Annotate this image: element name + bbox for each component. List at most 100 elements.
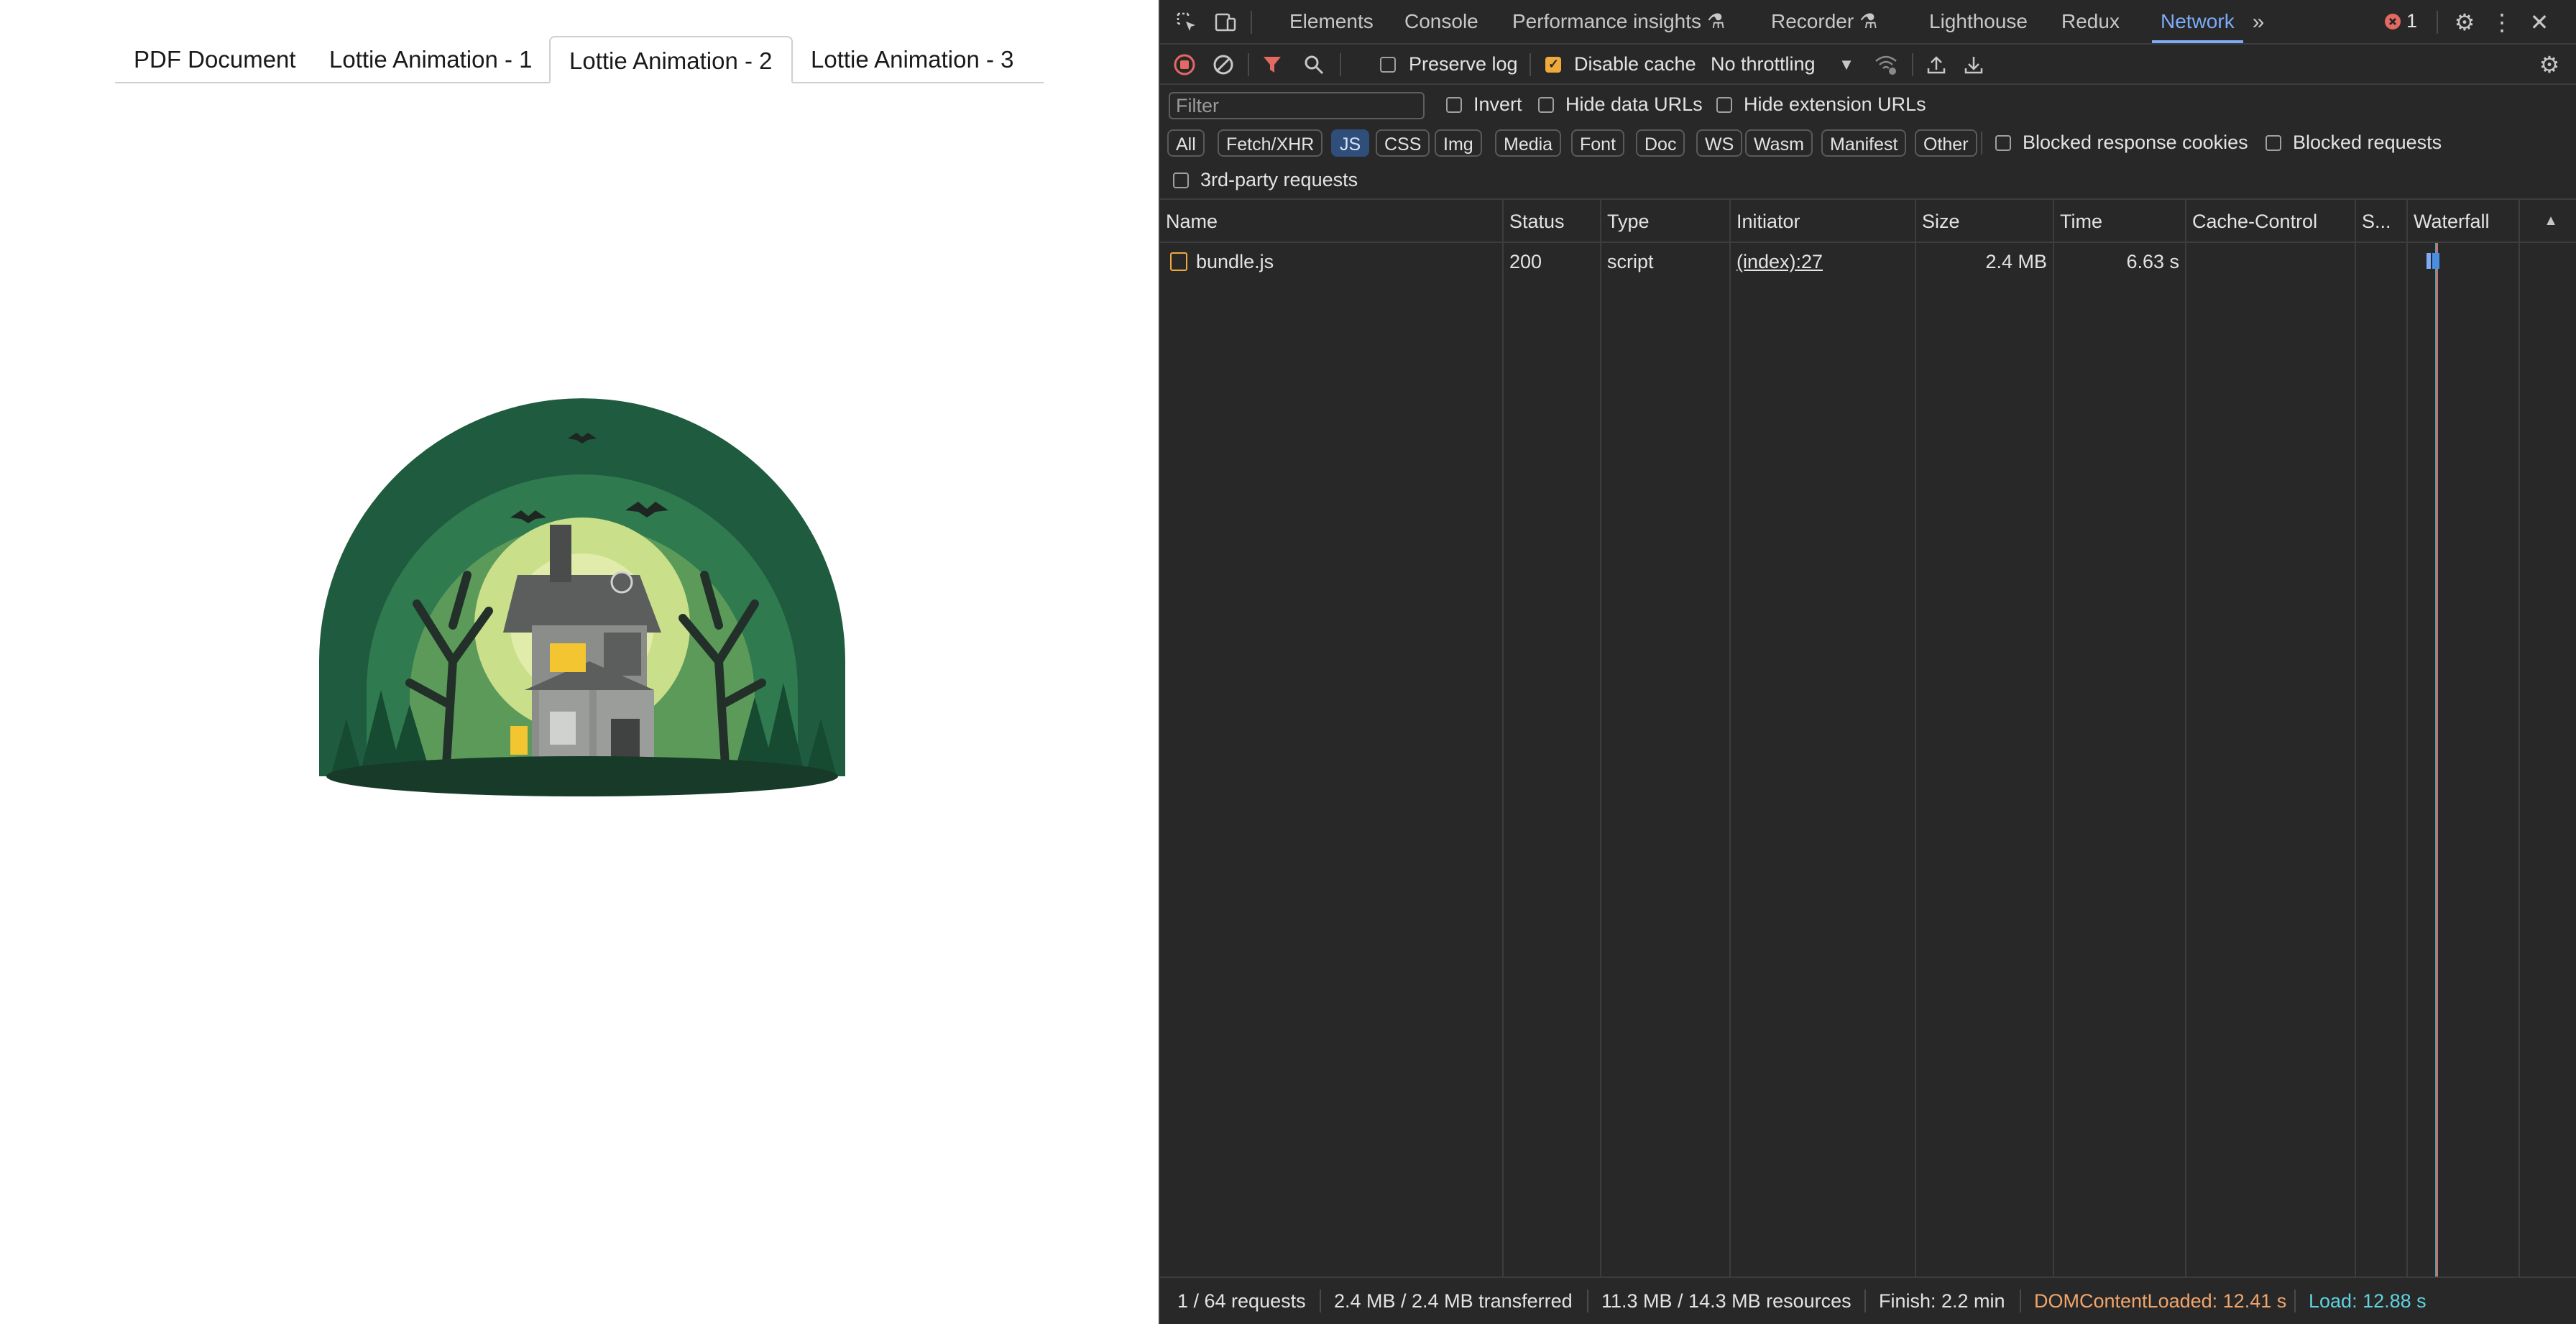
disable-cache-checkbox[interactable] (1545, 57, 1561, 73)
ground-shadow (326, 756, 838, 796)
blocked-response-cookies-checkbox[interactable] (1995, 135, 2011, 151)
type-filter-font[interactable]: Font (1571, 129, 1625, 157)
error-count[interactable]: 1 (2406, 10, 2417, 32)
column-header-name[interactable]: Name (1160, 200, 1502, 243)
waterfall-bar (2426, 253, 2431, 269)
column-header-status[interactable]: Status (1504, 200, 1600, 243)
request-cache-control-cell (2186, 243, 2355, 280)
preserve-log-checkbox[interactable] (1380, 57, 1396, 73)
request-count: 1 / 64 requests (1177, 1290, 1306, 1312)
column-divider (1502, 200, 1504, 1277)
network-conditions-icon[interactable] (1872, 52, 1900, 78)
type-filter-doc[interactable]: Doc (1636, 129, 1685, 157)
request-name-cell[interactable]: bundle.js (1160, 243, 1502, 280)
divider (1912, 53, 1913, 76)
third-party-requests-checkbox[interactable] (1173, 173, 1189, 188)
tab-lottie-animation-2[interactable]: Lottie Animation - 2 (549, 36, 793, 83)
column-divider (2053, 200, 2054, 1277)
chevron-double-right-icon[interactable]: » (2245, 9, 2271, 36)
flask-icon: ⚗ (1859, 10, 1878, 32)
dropdown-arrow-icon[interactable]: ▼ (1836, 53, 1857, 76)
column-divider (2406, 200, 2408, 1277)
column-header-size[interactable]: Size (1916, 200, 2053, 243)
filter-input[interactable] (1169, 92, 1425, 119)
type-filter-js[interactable]: JS (1331, 129, 1370, 157)
tab-lighthouse[interactable]: Lighthouse (1929, 0, 2028, 43)
type-filter-fetch-xhr[interactable]: Fetch/XHR (1218, 129, 1323, 157)
settings-gear-icon[interactable]: ⚙ (2451, 9, 2478, 36)
tab-recorder[interactable]: Recorder ⚗ (1771, 0, 1877, 43)
column-header-cache-control[interactable]: Cache-Control (2186, 200, 2355, 243)
hide-data-urls-label: Hide data URLs (1565, 93, 1703, 115)
tab-performance-insights[interactable]: Performance insights ⚗ (1512, 0, 1725, 43)
column-divider (2518, 200, 2520, 1277)
tab-console[interactable]: Console (1404, 0, 1478, 43)
export-har-icon[interactable] (1961, 52, 1987, 78)
page-tab-bar: PDF Document Lottie Animation - 1 Lottie… (115, 36, 1044, 83)
column-divider (2355, 200, 2356, 1277)
invert-label: Invert (1473, 93, 1522, 115)
tab-lottie-animation-3[interactable]: Lottie Animation - 3 (792, 36, 1033, 82)
close-icon[interactable]: ✕ (2526, 9, 2553, 36)
tab-network[interactable]: Network (2152, 0, 2243, 43)
hide-extension-urls-checkbox[interactable] (1716, 97, 1732, 113)
divider (1251, 11, 1252, 34)
column-header-time[interactable]: Time (2054, 200, 2185, 243)
more-options-icon[interactable]: ⋮ (2490, 9, 2513, 36)
preserve-log-label: Preserve log (1409, 53, 1518, 75)
tab-pdf-document[interactable]: PDF Document (115, 36, 315, 82)
sort-ascending-icon[interactable]: ▲ (2540, 210, 2562, 231)
load-time: Load: 12.88 s (2309, 1290, 2426, 1312)
hide-data-urls-checkbox[interactable] (1538, 97, 1554, 113)
blocked-response-cookies-label: Blocked response cookies (2023, 132, 2248, 153)
stop-recording-icon[interactable] (1172, 52, 1197, 78)
divider (1981, 132, 1982, 155)
tab-redux[interactable]: Redux (2061, 0, 2120, 43)
tab-elements[interactable]: Elements (1289, 0, 1374, 43)
error-icon[interactable] (2382, 11, 2404, 32)
divider (2294, 1289, 2296, 1312)
column-header-waterfall[interactable]: Waterfall (2408, 200, 2530, 243)
type-filter-manifest[interactable]: Manifest (1821, 129, 1907, 157)
search-icon[interactable] (1301, 52, 1327, 78)
resource-type-filters: All Fetch/XHR JS CSS Img Media Font Doc … (1160, 125, 2576, 161)
type-filter-ws[interactable]: WS (1696, 129, 1743, 157)
type-filter-all[interactable]: All (1167, 129, 1205, 157)
inspect-element-icon[interactable] (1173, 9, 1200, 36)
divider (2020, 1289, 2021, 1312)
request-name: bundle.js (1196, 251, 1274, 272)
tab-lottie-animation-1[interactable]: Lottie Animation - 1 (310, 36, 551, 82)
blocked-requests-checkbox[interactable] (2266, 135, 2281, 151)
clear-icon[interactable] (1210, 52, 1236, 78)
flask-icon: ⚗ (1707, 10, 1726, 32)
column-header-type[interactable]: Type (1601, 200, 1729, 243)
type-filter-css[interactable]: CSS (1376, 129, 1430, 157)
finish-time: Finish: 2.2 min (1879, 1290, 2005, 1312)
column-divider (1915, 200, 1916, 1277)
table-row[interactable]: bundle.js 200 script (index):27 2.4 MB 6… (1160, 243, 2576, 280)
filter-icon[interactable] (1259, 52, 1285, 78)
request-time-cell: 6.63 s (2126, 251, 2179, 272)
throttling-select[interactable]: No throttling (1711, 53, 1816, 75)
device-toolbar-icon[interactable] (1212, 9, 1239, 36)
network-settings-gear-icon[interactable]: ⚙ (2536, 52, 2563, 78)
blocked-requests-label: Blocked requests (2293, 132, 2442, 153)
column-header-s[interactable]: S... (2356, 200, 2406, 243)
column-divider (1600, 200, 1601, 1277)
type-filter-other[interactable]: Other (1915, 129, 1977, 157)
type-filter-wasm[interactable]: Wasm (1745, 129, 1813, 157)
request-status-cell: 200 (1509, 251, 1542, 272)
divider (2437, 11, 2438, 34)
divider (1340, 53, 1341, 76)
request-initiator-link[interactable]: (index):27 (1731, 243, 1915, 280)
column-header-initiator[interactable]: Initiator (1731, 200, 1915, 243)
filter-row: Invert Hide data URLs Hide extension URL… (1160, 85, 2576, 125)
type-filter-img[interactable]: Img (1435, 129, 1482, 157)
invert-checkbox[interactable] (1446, 97, 1462, 113)
type-filter-media[interactable]: Media (1495, 129, 1562, 157)
resources-size: 11.3 MB / 14.3 MB resources (1601, 1290, 1852, 1312)
waterfall-domcontentloaded-line (2437, 243, 2438, 1277)
divider (1248, 53, 1249, 76)
web-page: PDF Document Lottie Animation - 1 Lottie… (0, 0, 1159, 1324)
import-har-icon[interactable] (1923, 52, 1949, 78)
